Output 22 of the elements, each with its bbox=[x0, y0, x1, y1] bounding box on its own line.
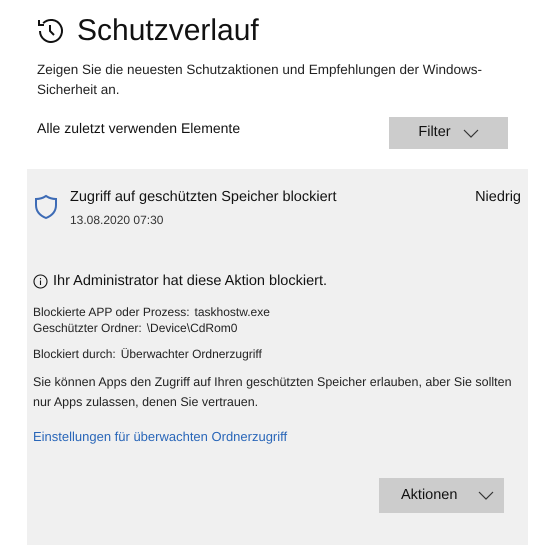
explanation-text: Sie können Apps den Zugriff auf Ihren geschützten Speicher erlauben, aber Sie sollten nur Apps zulassen, denen Sie vertrauen. bbox=[33, 374, 513, 411]
chevron-down-icon bbox=[462, 128, 479, 138]
actions-button[interactable]: Aktionen bbox=[379, 478, 504, 513]
settings-link[interactable]: Einstellungen für überwachten Ordnerzugriff bbox=[33, 428, 288, 446]
chevron-down-icon bbox=[478, 491, 494, 500]
info-icon bbox=[33, 274, 48, 288]
detail-value: taskhostw.exe bbox=[194, 304, 270, 320]
event-title: Zugriff auf geschützten Speicher blockiert bbox=[70, 188, 338, 207]
event-date: 13.08.2020 07:30 bbox=[70, 212, 164, 229]
admin-notice: Ihr Administrator hat diese Aktion blockiert. bbox=[53, 272, 328, 291]
detail-label: Blockiert durch: bbox=[33, 346, 116, 362]
page-title: Schutzverlauf bbox=[77, 13, 259, 49]
detail-value: \Device\CdRom0 bbox=[146, 320, 238, 336]
detail-label: Geschützter Ordner: bbox=[33, 320, 142, 336]
shield-icon bbox=[33, 193, 59, 221]
severity-label: Niedrig bbox=[475, 188, 521, 207]
page-description: Zeigen Sie die neuesten Schutzaktionen und Empfehlungen der Windows-Sicherheit an. bbox=[37, 61, 484, 99]
history-icon bbox=[35, 16, 65, 46]
list-heading: Alle zuletzt verwenden Elemente bbox=[37, 118, 240, 138]
filter-button[interactable]: Filter bbox=[389, 117, 508, 149]
detail-label: Blockierte APP oder Prozess: bbox=[33, 304, 190, 320]
detail-value: Überwachter Ordnerzugriff bbox=[120, 346, 262, 362]
